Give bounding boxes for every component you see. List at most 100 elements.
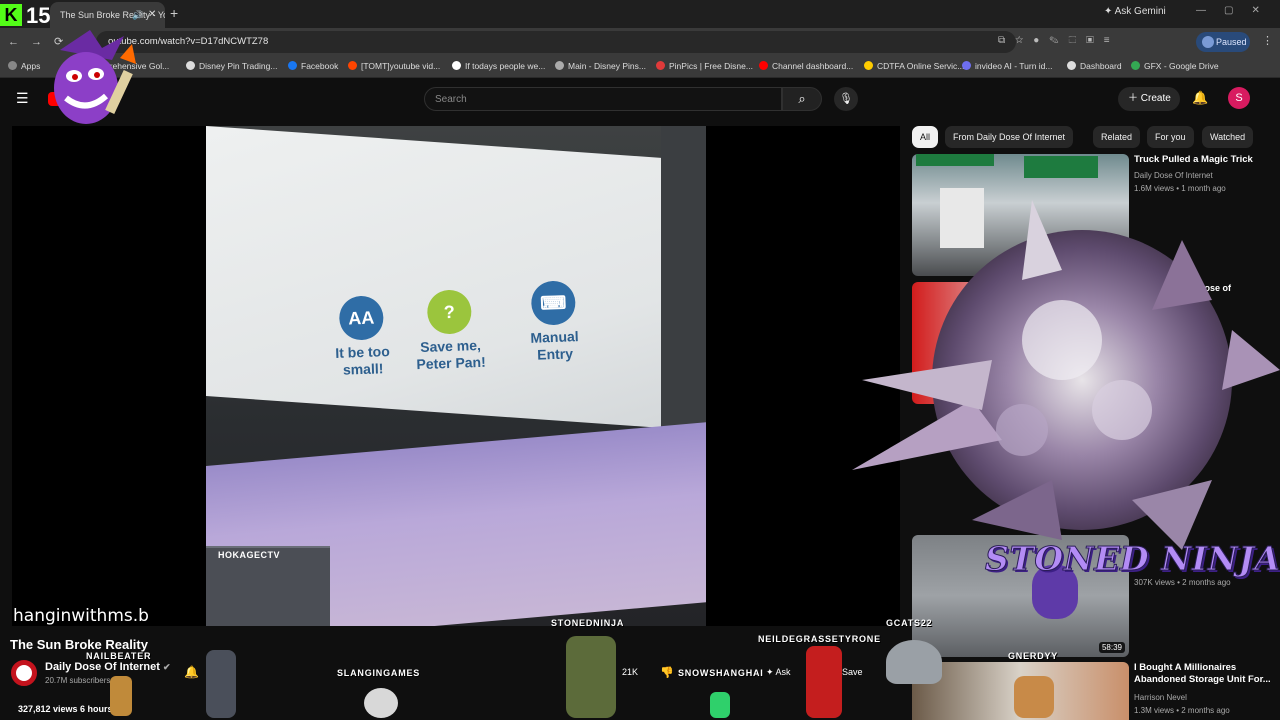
sprite-character	[886, 640, 942, 684]
bookmark-label: Main - Disney Pins...	[568, 61, 646, 71]
highway-sign	[1024, 156, 1098, 178]
filter-chip[interactable]: Watched	[1202, 126, 1254, 148]
video-title: The Sun Broke Reality	[10, 637, 148, 652]
bookmark-item[interactable]: [TOMT]youtube vid...	[348, 61, 440, 71]
bookmark-favicon-icon	[656, 61, 665, 70]
bookmark-item[interactable]: GFX - Google Drive	[1131, 61, 1219, 71]
channel-name-text: Daily Dose Of Internet	[45, 661, 160, 673]
bookmark-label: If todays people we...	[465, 61, 546, 71]
browser-menu-icon[interactable]: ⋮	[1262, 34, 1273, 47]
sprite-character	[1014, 676, 1054, 718]
bookmark-item[interactable]: PinPics | Free Disne...	[656, 61, 753, 71]
sprite-character	[806, 646, 842, 718]
ask-label: Ask	[775, 667, 791, 677]
bookmark-item[interactable]: Dashboard	[1067, 61, 1122, 71]
overlay-counter: 15	[26, 3, 51, 28]
video-player[interactable]: AA It be too small!? Save me, Peter Pan! ⌨ M…	[12, 126, 900, 626]
recommendation-card[interactable]: I Bought A Millionaires Abandoned Storag…	[912, 662, 1272, 720]
bookmark-item[interactable]: Apps	[8, 61, 40, 71]
bookmark-label: Disney Pin Trading...	[199, 61, 278, 71]
filter-chip[interactable]: For you	[1147, 126, 1194, 148]
recommendation-channel[interactable]: Harrison Nevel	[1134, 693, 1187, 702]
sprite-name: NAILBEATER	[86, 651, 152, 661]
ask-gemini-button[interactable]: ✦ Ask Gemini	[1104, 6, 1166, 17]
cannabis-bud-image	[852, 200, 1280, 550]
sprite-character	[364, 688, 398, 718]
omnibox[interactable]: outube.com/watch?v=D17dNCWTZ78	[96, 31, 1016, 53]
recommendation-meta: 307K views • 2 months ago	[1134, 578, 1231, 587]
bookmark-favicon-icon	[8, 61, 17, 70]
video-duration: 58:39	[1098, 642, 1125, 653]
browser-tab-bar: The Sun Broke Reality - You 🔊 ✕ + ✦ Ask …	[0, 0, 1280, 28]
recommendation-meta: 1.3M views • 2 months ago	[1134, 706, 1230, 715]
avatar[interactable]: S	[1228, 87, 1250, 109]
bookmark-favicon-icon	[288, 61, 297, 70]
sprite-character	[566, 636, 616, 718]
filter-chip[interactable]: Related	[1093, 126, 1141, 148]
verified-icon: ✔	[162, 662, 171, 672]
extension-icons[interactable]: ⧉☆●✎⬚▣≡	[998, 35, 1120, 46]
browser-tab[interactable]: The Sun Broke Reality - You 🔊 ✕	[50, 2, 165, 28]
bookmark-favicon-icon	[348, 61, 357, 70]
search-icon[interactable]: ⌕	[782, 87, 822, 111]
ask-gemini-label: Ask Gemini	[1114, 6, 1166, 17]
bookmark-item[interactable]: CDTFA Online Servic...	[864, 61, 964, 71]
kiosk-option-label: Manual Entry	[530, 328, 579, 363]
sprite-name: STONEDNINJA	[551, 618, 625, 628]
channel-name[interactable]: Daily Dose Of Internet ✔	[45, 661, 171, 673]
search-box[interactable]: Search	[424, 87, 782, 111]
create-label: Create	[1140, 93, 1171, 104]
new-tab-button[interactable]: +	[170, 5, 178, 21]
microphone-icon[interactable]: 🎙	[834, 87, 858, 111]
bookmark-item[interactable]: invideo AI - Turn id...	[962, 61, 1052, 71]
bookmark-favicon-icon	[864, 61, 873, 70]
subscribe-bell-icon[interactable]: 🔔	[184, 665, 199, 679]
bookmark-favicon-icon	[452, 61, 461, 70]
bookmark-item[interactable]: Disney Pin Trading...	[186, 61, 277, 71]
filter-chip[interactable]: From Daily Dose Of Internet	[945, 126, 1074, 148]
bookmark-label: invideo AI - Turn id...	[975, 61, 1053, 71]
subscriber-count: 20.7M subscribers	[45, 676, 111, 685]
overlay-username: hanginwithms.b	[13, 606, 149, 626]
recommendation-title[interactable]: Truck Pulled a Magic Trick	[1134, 154, 1274, 166]
sprite-name: NEILDEGRASSETYRONE	[758, 634, 881, 644]
like-count[interactable]: 21K	[622, 667, 638, 677]
bookmark-item[interactable]: Facebook	[288, 61, 338, 71]
filter-chip[interactable]: All	[912, 126, 939, 148]
dislike-icon[interactable]: 👎	[660, 666, 674, 679]
kiosk-option-label: It be too small!	[335, 343, 391, 378]
create-button[interactable]: ＋ Create	[1118, 87, 1180, 111]
bookmark-item[interactable]: Main - Disney Pins...	[555, 61, 646, 71]
bookmark-favicon-icon	[555, 61, 564, 70]
stoned-ninja-overlay-text: STONED NINJA	[985, 539, 1280, 579]
kiosk-screen	[206, 126, 661, 428]
tab-close-icon[interactable]: ✕	[148, 2, 156, 28]
notifications-icon[interactable]: 🔔	[1192, 90, 1208, 106]
profile-status-button[interactable]: Paused	[1196, 32, 1250, 52]
bookmark-item[interactable]: Channel dashboard...	[759, 61, 853, 71]
channel-avatar[interactable]	[11, 660, 37, 686]
speaker-icon[interactable]: 🔊	[132, 2, 143, 28]
sprite-name: GCATS22	[886, 618, 933, 628]
address-toolbar: ←→⟳ outube.com/watch?v=D17dNCWTZ78 ⧉☆●✎⬚…	[0, 28, 1280, 56]
bookmark-item[interactable]: If todays people we...	[452, 61, 545, 71]
search-placeholder: Search	[435, 94, 467, 105]
sprite-character	[110, 676, 132, 716]
bookmark-favicon-icon	[759, 61, 768, 70]
bookmark-favicon-icon	[1067, 61, 1076, 70]
sprite-character	[710, 692, 730, 718]
recommendation-channel[interactable]: Daily Dose Of Internet	[1134, 171, 1213, 180]
bookmark-label: Dashboard	[1080, 61, 1122, 71]
bookmark-label: [TOMT]youtube vid...	[361, 61, 441, 71]
sprite-name: SNOWSHANGHAI	[678, 668, 764, 678]
menu-icon[interactable]: ☰	[16, 90, 29, 107]
kiosk-option: ⌨ Manual Entry	[513, 280, 596, 365]
kiosk-bezel	[661, 126, 706, 426]
bookmark-label: Apps	[21, 61, 41, 71]
bookmark-label: Facebook	[301, 61, 339, 71]
ask-button[interactable]: ✦ Ask	[766, 667, 791, 678]
window-controls[interactable]: —▢✕	[1196, 5, 1278, 16]
kiosk-option: ? Save me, Peter Pan!	[409, 289, 492, 374]
recommendation-title[interactable]: I Bought A Millionaires Abandoned Storag…	[1134, 662, 1274, 686]
save-button[interactable]: Save	[842, 667, 863, 677]
